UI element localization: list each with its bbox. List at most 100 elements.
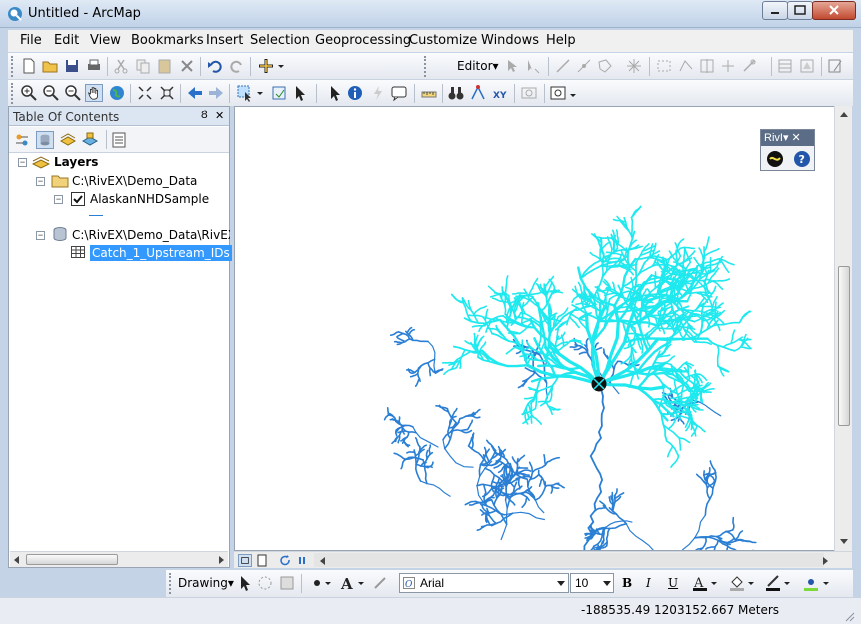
font-dropdown[interactable]: O Arial [399, 573, 569, 593]
print-icon[interactable] [85, 57, 103, 75]
select-elements-icon[interactable] [236, 574, 254, 592]
go-to-xy-icon[interactable]: XY [491, 84, 509, 102]
layers-root-label[interactable]: Layers [54, 155, 98, 169]
toolbar-grip[interactable] [424, 56, 427, 77]
expand-folder1-toggle[interactable]: − [36, 177, 45, 186]
marker-color-icon[interactable] [802, 574, 820, 592]
edit-tool-icon[interactable] [503, 57, 521, 75]
list-by-selection-icon[interactable] [81, 131, 99, 149]
back-arrow-icon[interactable] [186, 84, 204, 102]
time-slider-icon[interactable] [520, 84, 538, 102]
editor-menu[interactable]: Editor▾ [457, 59, 499, 73]
rotate-icon[interactable] [256, 574, 274, 592]
select-elements-icon[interactable] [291, 84, 309, 102]
zoom-to-selected-icon[interactable] [278, 574, 296, 592]
expand-layers-toggle[interactable]: − [18, 158, 27, 167]
new-text-icon[interactable]: A [338, 574, 356, 592]
layer1-label[interactable]: AlaskanNHDSample [90, 192, 209, 206]
edit-vertices-icon[interactable] [655, 57, 673, 75]
toc-horizontal-scrollbar[interactable] [10, 551, 228, 567]
scroll-left-icon[interactable] [318, 556, 328, 566]
table1-label-selected[interactable]: Catch_1_Upstream_IDs [90, 245, 232, 261]
undo-icon[interactable] [206, 57, 224, 75]
fixed-zoom-out-icon[interactable] [158, 84, 176, 102]
menu-file[interactable]: File [20, 33, 42, 48]
identify-icon[interactable] [346, 84, 364, 102]
italic-button[interactable]: I [646, 576, 651, 590]
hyperlink-icon[interactable] [369, 84, 387, 102]
scroll-down-icon[interactable] [839, 536, 849, 546]
expand-layer1-toggle[interactable]: − [54, 195, 63, 204]
measure-icon[interactable] [420, 84, 438, 102]
scroll-right-icon[interactable] [216, 555, 226, 565]
bold-button[interactable]: B [622, 576, 632, 590]
edit-annotation-icon[interactable] [524, 57, 542, 75]
polygon-tool-icon[interactable] [596, 57, 614, 75]
create-viewer-icon[interactable] [549, 84, 567, 102]
scroll-left-icon[interactable] [12, 555, 22, 565]
menu-view[interactable]: View [90, 33, 121, 48]
line-color-icon[interactable] [764, 574, 782, 592]
font-size-dropdown[interactable]: 10 [570, 573, 614, 593]
font-color-icon[interactable]: A [691, 574, 709, 592]
scroll-thumb[interactable] [26, 554, 118, 565]
map-horizontal-scrollbar[interactable] [314, 553, 824, 567]
layout-view-icon[interactable] [255, 554, 269, 567]
delete-icon[interactable] [178, 57, 196, 75]
rivex-logo-icon[interactable] [766, 150, 784, 168]
full-extent-globe-icon[interactable] [108, 84, 126, 102]
menu-geoprocessing[interactable]: Geoprocessing [315, 33, 411, 48]
help-icon[interactable]: ? [793, 150, 811, 168]
expand-folder2-toggle[interactable]: − [36, 231, 45, 240]
dropdown-arrow-icon[interactable] [276, 57, 286, 75]
zoom-out-small-icon[interactable] [64, 84, 82, 102]
dropdown-arrow-icon[interactable] [568, 84, 578, 102]
find-route-icon[interactable] [469, 84, 487, 102]
drawing-menu[interactable]: Drawing▾ [178, 576, 234, 590]
rotate-tool-icon[interactable] [740, 57, 758, 75]
dropdown-arrow-icon[interactable] [746, 574, 756, 592]
pan-hand-icon[interactable] [85, 84, 103, 102]
close-panel-icon[interactable]: ✕ [215, 109, 224, 122]
menu-insert[interactable]: Insert [206, 33, 243, 48]
copy-icon[interactable] [134, 57, 152, 75]
sketch-tool-icon[interactable] [625, 57, 643, 75]
edit-text-icon[interactable] [371, 574, 389, 592]
menu-selection[interactable]: Selection [250, 33, 310, 48]
html-popup-icon[interactable] [390, 84, 408, 102]
zoom-out-icon[interactable] [42, 84, 60, 102]
attributes-icon[interactable] [776, 57, 794, 75]
list-by-visibility-icon[interactable] [59, 131, 77, 149]
cut-icon[interactable] [112, 57, 130, 75]
split-tool-icon[interactable] [719, 57, 737, 75]
open-folder-icon[interactable] [41, 57, 59, 75]
resize-grip-icon[interactable] [843, 610, 855, 622]
reshape-feature-icon[interactable] [677, 57, 695, 75]
menu-windows[interactable]: Windows [481, 33, 539, 48]
dropdown-arrow-icon[interactable] [255, 84, 265, 102]
folder1-label[interactable]: C:\RivEX\Demo_Data [72, 174, 197, 188]
layer1-symbol[interactable] [89, 215, 103, 216]
toolbar-grip[interactable] [11, 56, 14, 77]
endpoint-arc-icon[interactable] [575, 57, 593, 75]
zoom-in-icon[interactable] [20, 84, 38, 102]
pointer-icon[interactable] [326, 84, 344, 102]
dropdown-arrow-icon[interactable] [782, 574, 792, 592]
maximize-button[interactable] [787, 1, 813, 20]
list-by-source-icon[interactable] [36, 131, 54, 149]
minimize-button[interactable] [762, 1, 788, 20]
toolbar-grip[interactable] [169, 573, 172, 594]
map-vertical-scrollbar[interactable] [834, 106, 852, 551]
find-binoculars-icon[interactable] [447, 84, 465, 102]
add-data-icon[interactable] [257, 57, 275, 75]
pin-icon[interactable]: Ȣ [201, 109, 208, 121]
data-view-icon[interactable] [238, 554, 252, 567]
menu-customize[interactable]: Customize [409, 33, 477, 48]
new-document-icon[interactable] [20, 57, 38, 75]
cut-polygons-icon[interactable] [698, 57, 716, 75]
folder2-label[interactable]: C:\RivEX\Demo_Data\RivEX_W [72, 228, 230, 242]
dropdown-arrow-icon[interactable] [323, 574, 333, 592]
dropdown-arrow-icon[interactable] [709, 574, 719, 592]
create-features-icon[interactable] [826, 57, 844, 75]
menu-bookmarks[interactable]: Bookmarks [131, 33, 204, 48]
